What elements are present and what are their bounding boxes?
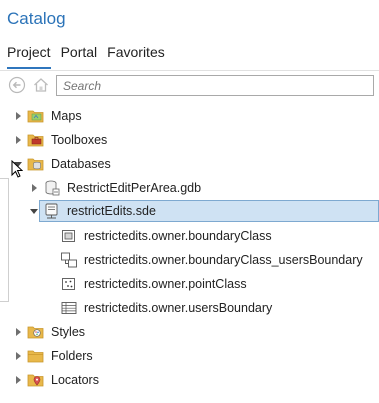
panel-splitter[interactable] [0, 178, 9, 302]
tree-item-label: Toolboxes [51, 133, 108, 147]
tab-portal[interactable]: Portal [61, 44, 98, 69]
home-button[interactable] [32, 76, 50, 94]
tree-item-users-boundary[interactable]: restrictedits.owner.usersBoundary [60, 298, 272, 318]
tree-item-locators[interactable]: Locators [13, 370, 99, 390]
toolbox-folder-icon [27, 131, 45, 149]
expand-arrow-icon[interactable] [13, 370, 23, 390]
tree-item-label: Styles [51, 325, 86, 339]
search-box[interactable] [56, 75, 374, 96]
tree-item-point-class[interactable]: restrictedits.owner.pointClass [60, 274, 247, 294]
panel-title: Catalog [7, 9, 66, 28]
collapse-arrow-icon[interactable] [29, 201, 39, 221]
tree-item-databases[interactable]: Databases [13, 154, 111, 174]
tree-item-label: Databases [51, 157, 111, 171]
expand-arrow-icon[interactable] [13, 322, 23, 342]
tree-item-relationship-class[interactable]: restrictedits.owner.boundaryClass_usersB… [60, 250, 363, 270]
tree-item-label: Folders [51, 349, 93, 363]
tree-item-label: RestrictEditPerArea.gdb [67, 181, 202, 195]
tree-item-label: Maps [51, 109, 82, 123]
back-button[interactable] [8, 76, 26, 94]
search-input[interactable] [57, 76, 373, 95]
catalog-tabs: Project Portal Favorites [7, 44, 175, 69]
databases-folder-icon [27, 155, 45, 173]
tabs-divider [0, 70, 379, 71]
tree-item-boundary-class[interactable]: restrictedits.owner.boundaryClass [60, 226, 272, 246]
expand-arrow-icon[interactable] [29, 178, 39, 198]
point-feature-class-icon [60, 275, 78, 293]
tree-item-gdb[interactable]: RestrictEditPerArea.gdb [29, 178, 201, 198]
expand-arrow-icon[interactable] [13, 106, 23, 126]
styles-folder-icon [27, 323, 45, 341]
relationship-class-icon [60, 251, 78, 269]
tree-item-toolboxes[interactable]: Toolboxes [13, 130, 107, 150]
tree-item-label: restrictedits.owner.boundaryClass_usersB… [84, 253, 363, 267]
home-icon [34, 78, 48, 92]
tab-project[interactable]: Project [7, 44, 51, 69]
expand-arrow-icon[interactable] [13, 346, 23, 366]
tree-item-label: Locators [51, 373, 99, 387]
expand-arrow-icon[interactable] [13, 130, 23, 150]
tree-item-styles[interactable]: Styles [13, 322, 85, 342]
mouse-cursor-icon [11, 159, 24, 183]
polygon-feature-class-icon [60, 227, 78, 245]
maps-folder-icon [27, 107, 45, 125]
table-icon [60, 299, 78, 317]
tree-item-folders[interactable]: Folders [13, 346, 93, 366]
tree-item-maps[interactable]: Maps [13, 106, 82, 126]
tree-item-label: restrictedits.owner.pointClass [84, 277, 247, 291]
tree-item-sde[interactable]: restrictEdits.sde [29, 201, 156, 221]
enterprise-database-icon [43, 202, 61, 220]
tree-item-label: restrictedits.owner.usersBoundary [84, 301, 273, 315]
tree-item-label: restrictedits.owner.boundaryClass [84, 229, 272, 243]
locators-folder-icon [27, 371, 45, 389]
geodatabase-icon [43, 179, 61, 197]
tab-favorites[interactable]: Favorites [107, 44, 165, 69]
tree-item-label: restrictEdits.sde [67, 204, 156, 218]
back-arrow-icon [8, 76, 26, 94]
folder-icon [27, 347, 45, 365]
